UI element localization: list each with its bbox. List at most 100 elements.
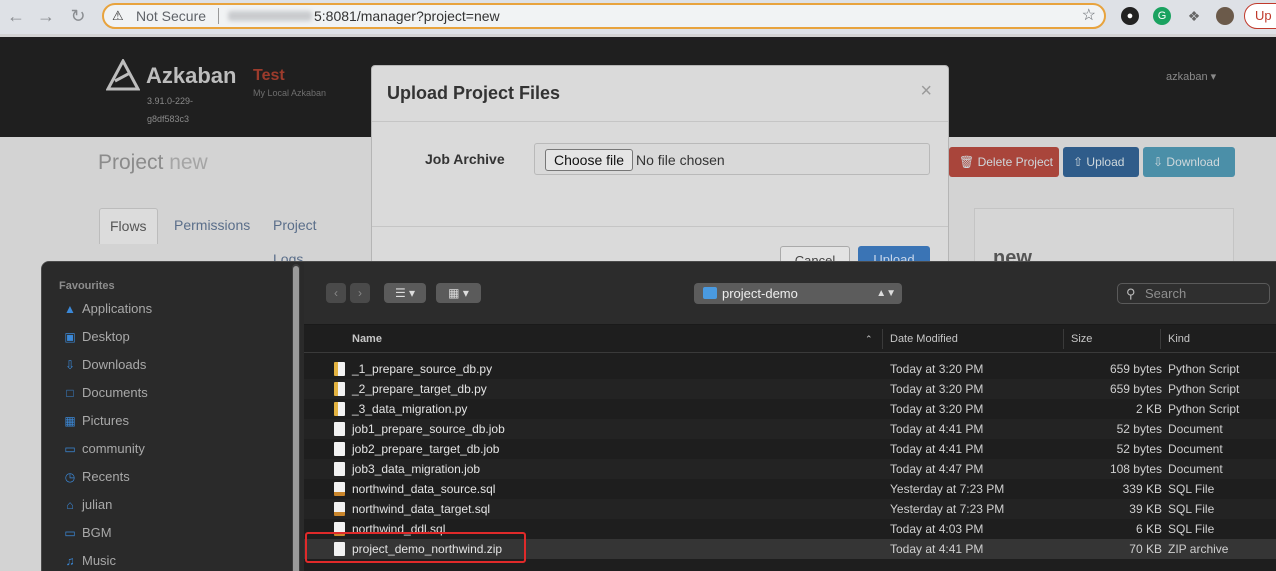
- choose-file-button[interactable]: Choose file: [545, 149, 634, 171]
- file-row[interactable]: _2_prepare_target_db.py Today at 3:20 PM…: [304, 379, 1276, 399]
- puzzle-icon[interactable]: ❖: [1185, 7, 1203, 25]
- environment-name: Test: [253, 67, 285, 84]
- sidebar-item-label: Recents: [82, 469, 130, 484]
- file-size: 2 KB: [1135, 402, 1162, 416]
- trash-icon: 🗑: [959, 155, 975, 169]
- upload-project-button[interactable]: ⇧ Upload: [1063, 147, 1139, 177]
- file-row[interactable]: _1_prepare_source_db.py Today at 3:20 PM…: [304, 359, 1276, 379]
- sidebar-scrollbar-thumb[interactable]: [293, 266, 299, 571]
- sidebar-item-pictures[interactable]: ▦ Pictures: [62, 411, 129, 431]
- sidebar-item-bgm[interactable]: ▭ BGM: [62, 523, 112, 543]
- back-icon[interactable]: ‹: [326, 283, 346, 303]
- warning-icon: ⚠: [112, 8, 124, 23]
- file-size: 659 bytes: [1109, 362, 1162, 376]
- user-name: azkaban: [1166, 71, 1208, 83]
- sidebar-item-label: BGM: [82, 525, 112, 540]
- search-input[interactable]: ⚲ Search: [1117, 283, 1270, 304]
- file-size: 39 KB: [1129, 502, 1162, 516]
- no-file-chosen-text: No file chosen: [636, 152, 725, 168]
- pictures-icon: ▦: [64, 414, 76, 428]
- python-file-icon: [334, 362, 345, 376]
- grammarly-icon[interactable]: G: [1153, 7, 1171, 25]
- address-divider: [218, 8, 219, 24]
- user-menu[interactable]: azkaban ▾: [1166, 70, 1216, 83]
- sidebar-item-label: Documents: [82, 385, 148, 400]
- search-icon: ⚲: [1126, 286, 1136, 301]
- documents-icon: □: [66, 386, 74, 400]
- list-view-icon[interactable]: ☰ ▾: [384, 283, 426, 303]
- sql-file-icon: [334, 482, 345, 496]
- sidebar-item-recents[interactable]: ◷ Recents: [62, 467, 130, 487]
- column-size[interactable]: Size: [1071, 325, 1092, 353]
- reload-icon[interactable]: ↻: [66, 4, 90, 28]
- file-name: job2_prepare_target_db.job: [352, 442, 500, 456]
- download-icon: ⇩: [1153, 155, 1164, 169]
- file-row[interactable]: job1_prepare_source_db.job Today at 4:41…: [304, 419, 1276, 439]
- sidebar-item-downloads[interactable]: ⇩ Downloads: [62, 355, 146, 375]
- tab-permissions[interactable]: Permissions: [164, 208, 260, 244]
- azkaban-brand[interactable]: Azkaban: [146, 63, 236, 89]
- modal-divider: [372, 121, 948, 122]
- folder-icon: [703, 287, 717, 299]
- column-date-modified[interactable]: Date Modified: [890, 325, 958, 353]
- file-row[interactable]: northwind_data_target.sql Yesterday at 7…: [304, 499, 1276, 519]
- file-row[interactable]: job3_data_migration.job Today at 4:47 PM…: [304, 459, 1276, 479]
- sidebar-item-desktop[interactable]: ▣ Desktop: [62, 327, 129, 347]
- bookmark-star-icon[interactable]: ☆: [1082, 5, 1096, 27]
- file-date: Today at 4:41 PM: [890, 422, 984, 436]
- file-name: northwind_data_target.sql: [352, 502, 491, 516]
- update-button[interactable]: Up: [1244, 3, 1276, 29]
- extension-key-icon[interactable]: ●: [1121, 7, 1139, 25]
- job-archive-file-input[interactable]: Choose file No file chosen: [534, 143, 930, 175]
- file-row[interactable]: northwind_data_source.sql Yesterday at 7…: [304, 479, 1276, 499]
- tab-flows[interactable]: Flows: [99, 208, 158, 244]
- file-row[interactable]: job2_prepare_target_db.job Today at 4:41…: [304, 439, 1276, 459]
- download-project-button[interactable]: ⇩ Download: [1143, 147, 1235, 177]
- column-divider: [1063, 329, 1064, 349]
- sidebar-item-julian[interactable]: ⌂ julian: [62, 495, 112, 515]
- file-kind: Document: [1168, 422, 1223, 436]
- profile-avatar[interactable]: [1216, 7, 1234, 25]
- address-bar[interactable]: ⚠ Not Secure 5:8081/manager?project=new …: [102, 3, 1106, 29]
- file-name: _3_data_migration.py: [352, 402, 468, 416]
- sidebar-item-community[interactable]: ▭ community: [62, 439, 145, 459]
- python-file-icon: [334, 402, 345, 416]
- back-icon[interactable]: ←: [4, 4, 28, 28]
- delete-project-button[interactable]: 🗑 Delete Project: [949, 147, 1059, 177]
- column-name[interactable]: Name: [352, 325, 382, 353]
- forward-icon[interactable]: ›: [350, 283, 370, 303]
- sidebar-item-label: Applications: [82, 301, 153, 316]
- close-icon[interactable]: ×: [920, 80, 932, 103]
- document-file-icon: [334, 462, 345, 476]
- file-name: job3_data_migration.job: [352, 462, 481, 476]
- file-kind: SQL File: [1168, 522, 1215, 536]
- search-placeholder: Search: [1145, 286, 1187, 301]
- column-kind[interactable]: Kind: [1168, 325, 1190, 353]
- modal-title: Upload Project Files: [387, 83, 561, 103]
- document-file-icon: [334, 442, 345, 456]
- upload-project-modal: Upload Project Files × Job Archive Choos…: [371, 65, 949, 276]
- file-size: 52 bytes: [1116, 442, 1162, 456]
- tab-project-logs[interactable]: Project Logs: [263, 208, 327, 267]
- column-divider: [1160, 329, 1161, 349]
- file-size: 339 KB: [1122, 482, 1162, 496]
- file-date: Today at 3:20 PM: [890, 402, 984, 416]
- folder-path-popup[interactable]: project-demo ▲▼: [694, 283, 902, 304]
- grid-view-icon[interactable]: ▦ ▾: [436, 283, 481, 303]
- file-size: 659 bytes: [1109, 382, 1162, 396]
- column-header: Name ⌃ Date Modified Size Kind: [304, 325, 1276, 353]
- file-size: 70 KB: [1129, 542, 1162, 556]
- forward-icon[interactable]: →: [34, 4, 58, 28]
- sidebar-item-documents[interactable]: □ Documents: [62, 383, 148, 403]
- sidebar-item-music[interactable]: ♫ Music: [62, 551, 116, 571]
- sidebar-item-applications[interactable]: ▲ Applications: [62, 299, 152, 319]
- file-row[interactable]: _3_data_migration.py Today at 3:20 PM 2 …: [304, 399, 1276, 419]
- sidebar-item-label: community: [82, 441, 145, 456]
- file-date: Today at 4:03 PM: [890, 522, 984, 536]
- downloads-icon: ⇩: [64, 358, 76, 372]
- file-kind: Python Script: [1168, 362, 1240, 376]
- file-kind: SQL File: [1168, 502, 1215, 516]
- page-title-prefix: Project: [98, 151, 164, 174]
- python-file-icon: [334, 382, 345, 396]
- browser-toolbar: ← → ↻ ⚠ Not Secure 5:8081/manager?projec…: [0, 0, 1276, 34]
